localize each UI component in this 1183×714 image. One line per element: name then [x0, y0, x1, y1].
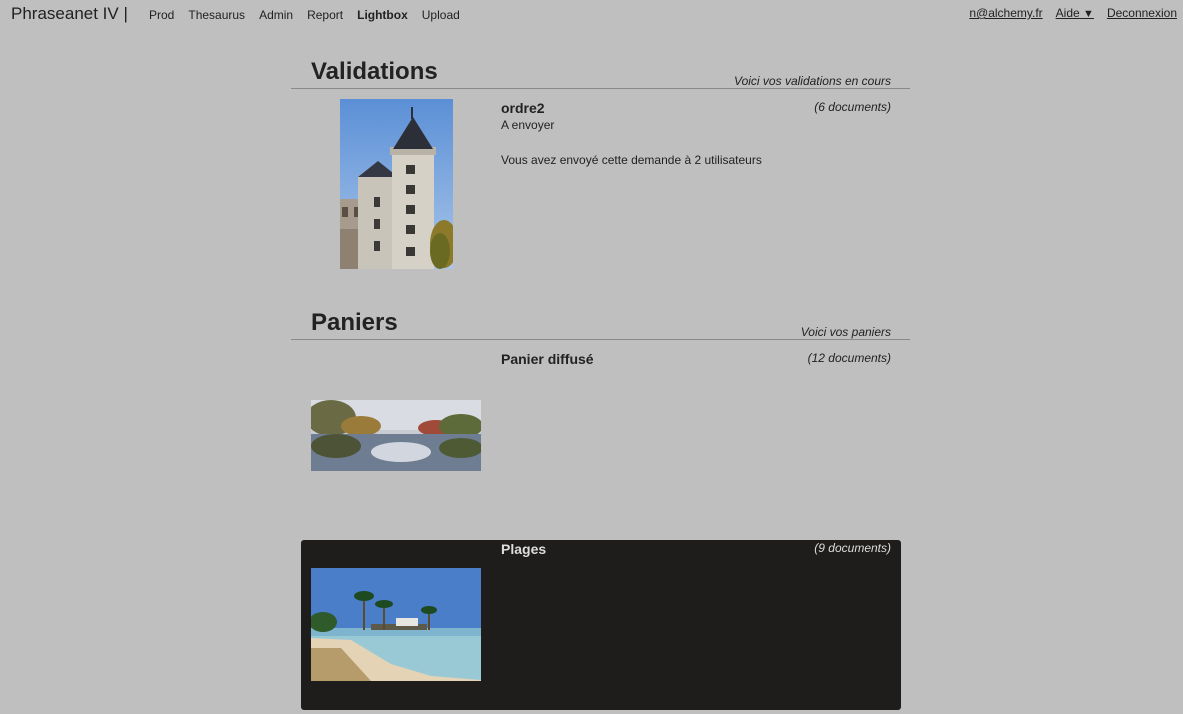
app-title: Phraseanet IV | — [11, 4, 128, 23]
baskets-subtitle: Voici vos paniers — [800, 325, 891, 339]
nav-thesaurus[interactable]: Thesaurus — [188, 8, 245, 22]
beach-image — [311, 568, 481, 681]
nav-prod[interactable]: Prod — [149, 8, 174, 22]
river-image — [311, 400, 481, 471]
chevron-down-icon: ▼ — [1083, 8, 1094, 20]
validations-divider — [291, 88, 910, 89]
user-email-link[interactable]: n@alchemy.fr — [969, 6, 1042, 20]
validation-description: Vous avez envoyé cette demande à 2 utili… — [501, 153, 762, 167]
castle-image — [340, 99, 453, 269]
logout-link[interactable]: Deconnexion — [1107, 6, 1177, 20]
selected-basket-panel[interactable]: Plages (9 documents) — [301, 540, 901, 710]
basket-name[interactable]: Plages — [501, 541, 546, 557]
baskets-title: Paniers — [311, 309, 398, 336]
nav-admin[interactable]: Admin — [259, 8, 293, 22]
validation-status: A envoyer — [501, 118, 555, 132]
help-label: Aide — [1055, 6, 1080, 20]
basket-doc-count: (9 documents) — [814, 541, 891, 555]
basket-name[interactable]: Panier diffusé — [501, 351, 594, 367]
user-nav: n@alchemy.fr Aide ▼ Deconnexion — [969, 6, 1177, 20]
nav-upload[interactable]: Upload — [422, 8, 460, 22]
nav-report[interactable]: Report — [307, 8, 343, 22]
validation-thumbnail-castle[interactable] — [340, 99, 453, 269]
validation-doc-count: (6 documents) — [814, 100, 891, 114]
help-menu[interactable]: Aide ▼ — [1056, 6, 1094, 20]
validation-name[interactable]: ordre2 — [501, 100, 545, 116]
basket-thumbnail-river[interactable] — [311, 400, 481, 471]
nav-lightbox[interactable]: Lightbox — [357, 8, 408, 22]
basket-thumbnail-beach[interactable] — [311, 568, 481, 681]
validations-subtitle: Voici vos validations en cours — [734, 74, 891, 88]
validations-title: Validations — [311, 58, 438, 85]
basket-doc-count: (12 documents) — [807, 351, 891, 365]
baskets-divider — [291, 339, 910, 340]
main-nav: Prod Thesaurus Admin Report Lightbox Upl… — [149, 8, 460, 22]
